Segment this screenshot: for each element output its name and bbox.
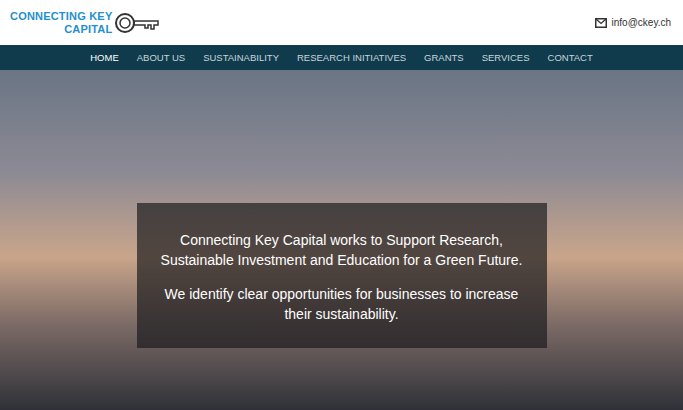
key-icon [114, 11, 160, 35]
logo-line: CAPITAL [64, 23, 112, 36]
hero-image: Connecting Key Capital works to Support … [0, 70, 683, 410]
hero-line: Sustainable Investment and Education for… [161, 250, 523, 270]
header: CONNECTING KEYCAPITAL info@ckey.ch [0, 0, 683, 45]
nav-item[interactable]: SUSTAINABILITY [203, 52, 279, 63]
nav-item[interactable]: RESEARCH INITIATIVES [297, 52, 406, 63]
nav-item[interactable]: SERVICES [482, 52, 530, 63]
nav-item[interactable]: CONTACT [548, 52, 593, 63]
nav-bar: HOME ABOUT US SUSTAINABILITY RESEARCH INITI… [0, 45, 683, 70]
envelope-icon [595, 18, 607, 28]
nav-item[interactable]: ABOUT US [137, 52, 185, 63]
logo[interactable]: CONNECTING KEYCAPITAL [10, 10, 160, 36]
hero-paragraph: We identify clear opportunities for busi… [165, 284, 519, 324]
logo-line: CONNECTING KEY [10, 10, 112, 23]
hero-line: their sustainability. [284, 304, 398, 324]
hero-paragraph: Connecting Key Capital works to Support … [161, 230, 523, 270]
hero-line: Connecting Key Capital works to Support … [180, 230, 503, 250]
logo-text: CONNECTING KEYCAPITAL [10, 10, 112, 36]
hero-line: We identify clear opportunities for busi… [165, 284, 519, 304]
hero-text-box: Connecting Key Capital works to Support … [137, 203, 547, 348]
email-text: info@ckey.ch [612, 17, 671, 28]
email-link[interactable]: info@ckey.ch [595, 17, 671, 28]
nav-item[interactable]: HOME [90, 52, 119, 63]
page: CONNECTING KEYCAPITAL info@ckey.ch HOME ABO… [0, 0, 683, 410]
nav-item[interactable]: GRANTS [424, 52, 464, 63]
